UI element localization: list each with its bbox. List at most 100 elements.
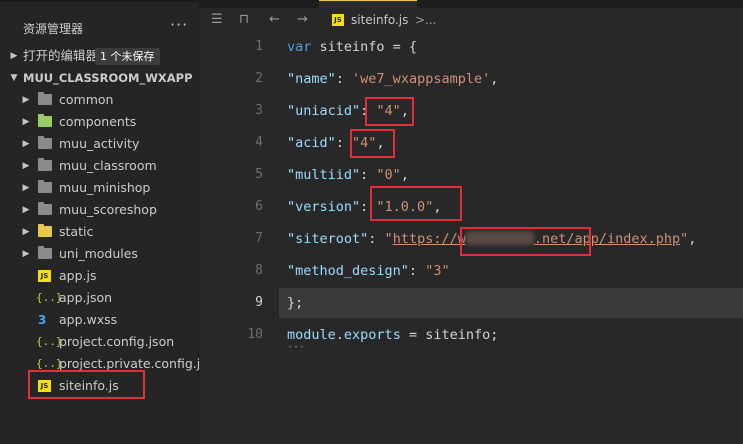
- chevron-down-icon: ▼: [10, 73, 18, 83]
- property-key: "method_design": [287, 263, 409, 279]
- file-project-config-json[interactable]: {..} project.config.json: [0, 331, 198, 353]
- back-arrow-icon[interactable]: ←: [269, 12, 280, 27]
- folder-common[interactable]: ▶ common: [0, 89, 198, 111]
- forward-arrow-icon[interactable]: →: [297, 12, 308, 27]
- line-number-active: 9: [255, 295, 263, 310]
- bookmark-icon[interactable]: ⊓: [239, 12, 249, 27]
- colon: :: [368, 231, 385, 247]
- breadcrumb-more[interactable]: ...: [425, 13, 436, 27]
- url-end[interactable]: .net/app/index.php: [534, 231, 680, 247]
- code-line-5: "multiid": "0",: [287, 167, 409, 183]
- folder-uni-modules[interactable]: ▶ uni_modules: [0, 243, 198, 265]
- code-line-7: "siteroot": "https://w .net/app/index.php…: [287, 231, 696, 247]
- closing-brace: };: [287, 295, 304, 311]
- file-project-private-config[interactable]: {..} project.private.config.js...: [0, 353, 219, 375]
- chevron-right-icon: ▶: [22, 139, 30, 149]
- chevron-right-icon: ▶: [22, 183, 30, 193]
- folder-icon: [38, 202, 52, 215]
- folder-label: common: [59, 92, 114, 107]
- keyword: var: [287, 39, 312, 55]
- property-key: "multiid": [287, 167, 361, 183]
- line-number: 5: [255, 167, 263, 182]
- comma: ,: [376, 135, 385, 151]
- file-app-js[interactable]: JS app.js: [0, 265, 198, 287]
- line-number: 4: [255, 135, 263, 150]
- folder-muu-classroom[interactable]: ▶ muu_classroom: [0, 155, 198, 177]
- more-actions-icon[interactable]: ···: [170, 15, 188, 34]
- editor-tabbar: [199, 0, 743, 8]
- line-number: 2: [255, 71, 263, 86]
- explorer-sidebar: 资源管理器 ··· ▶ 打开的编辑器 1 个未保存 ▼ MUU_CLASSROO…: [0, 0, 219, 444]
- folder-label: components: [59, 114, 137, 129]
- comma: ,: [490, 71, 499, 87]
- static-folder-icon: [38, 224, 52, 237]
- code-line-9: };: [287, 295, 303, 311]
- folder-icon: [38, 136, 52, 149]
- folder-icon: [38, 158, 52, 171]
- file-siteinfo-js[interactable]: JS siteinfo.js: [0, 375, 198, 397]
- url-start[interactable]: https://w: [393, 231, 466, 247]
- chevron-right-icon: ▶: [22, 249, 30, 259]
- code-line-3: "uniacid": "4",: [287, 103, 409, 119]
- chevron-right-icon: ▶: [10, 51, 18, 61]
- identifier: module: [287, 327, 336, 343]
- explorer-header: 资源管理器 ···: [0, 0, 198, 36]
- chevron-right-icon: ▶: [22, 95, 30, 105]
- file-app-json[interactable]: {..} app.json: [0, 287, 198, 309]
- chevron-right-icon: ▶: [22, 205, 30, 215]
- line-number: 3: [255, 103, 263, 118]
- folder-static[interactable]: ▶ static: [0, 221, 198, 243]
- code-editor[interactable]: 1 2 3 4 5 6 7 8 9 10 var siteinfo = { "n…: [199, 32, 743, 444]
- comma: ,: [400, 167, 409, 183]
- folder-muu-scoreshop[interactable]: ▶ muu_scoreshop: [0, 199, 198, 221]
- folder-icon: [38, 180, 52, 193]
- property-key: "name": [287, 71, 336, 87]
- project-root-folder[interactable]: ▼ MUU_CLASSROOM_WXAPP: [0, 67, 198, 89]
- quote: ": [384, 231, 393, 247]
- colon: :: [360, 167, 377, 183]
- file-label: project.config.json: [59, 334, 175, 349]
- string-value: "4": [376, 103, 401, 119]
- colon: :: [360, 103, 377, 119]
- chevron-right-icon: ▶: [22, 161, 30, 171]
- code-text: siteinfo = {: [311, 39, 418, 55]
- comma: ,: [400, 103, 409, 119]
- string-value: "4": [352, 135, 377, 151]
- folder-icon: [38, 92, 52, 105]
- folder-muu-minishop[interactable]: ▶ muu_minishop: [0, 177, 198, 199]
- string-value: "1.0.0": [376, 199, 434, 215]
- property-key: "acid": [287, 135, 336, 151]
- css-file-icon: 3: [38, 313, 47, 327]
- components-folder-icon: [38, 114, 52, 127]
- colon: :: [360, 199, 377, 215]
- code-text: = siteinfo;: [400, 327, 499, 343]
- file-label: siteinfo.js: [59, 378, 119, 393]
- outline-icon[interactable]: ☰: [211, 12, 223, 27]
- code-line-2: "name": 'we7_wxappsample',: [287, 71, 498, 87]
- line-number: 7: [255, 231, 263, 246]
- open-editors-section[interactable]: ▶ 打开的编辑器 1 个未保存: [0, 45, 198, 67]
- line-number: 8: [255, 263, 263, 278]
- string-value: "0": [376, 167, 401, 183]
- folder-label: muu_minishop: [59, 180, 151, 195]
- open-editors-label: 打开的编辑器: [23, 48, 99, 63]
- line-number: 6: [255, 199, 263, 214]
- chevron-right-icon: ▶: [22, 117, 30, 127]
- colon: :: [335, 135, 353, 151]
- current-line-highlight: [279, 288, 743, 318]
- file-app-wxss[interactable]: 3 app.wxss: [0, 309, 198, 331]
- breadcrumb-file[interactable]: siteinfo.js: [351, 13, 408, 27]
- folder-label: static: [59, 224, 94, 239]
- folder-components[interactable]: ▶ components: [0, 111, 198, 133]
- line-number: 10: [247, 327, 263, 342]
- folder-muu-activity[interactable]: ▶ muu_activity: [0, 133, 198, 155]
- chevron-right-icon: ▶: [22, 227, 30, 237]
- file-label: app.js: [59, 268, 97, 283]
- js-file-icon: JS: [38, 270, 51, 282]
- folder-label: muu_classroom: [59, 158, 157, 173]
- fold-hint: ···: [287, 342, 306, 353]
- comma: ,: [433, 199, 442, 215]
- tab-siteinfo[interactable]: [319, 0, 417, 8]
- folder-icon: [38, 246, 52, 259]
- folder-label: uni_modules: [59, 246, 138, 261]
